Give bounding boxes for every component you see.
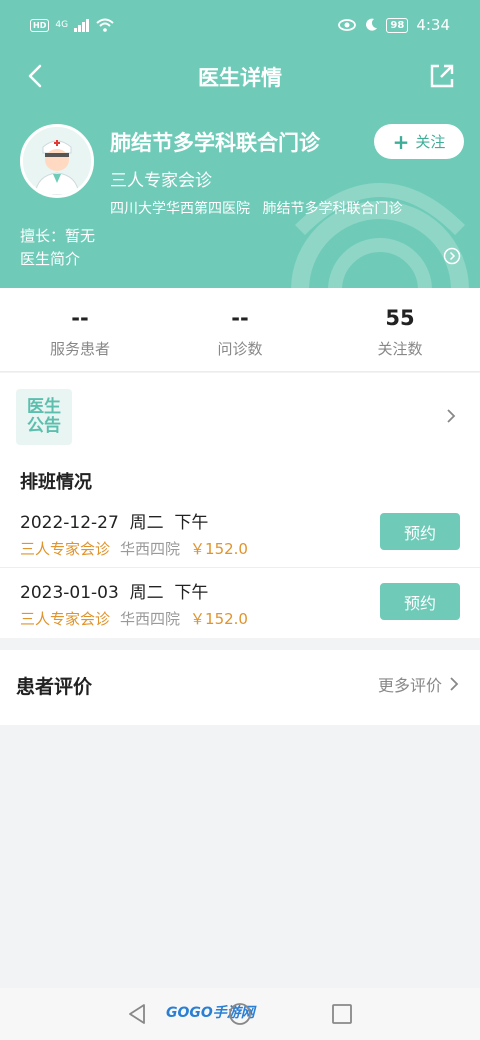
stat-followers: 55 关注数 [320,304,480,359]
schedule-type: 三人专家会诊 [20,540,111,558]
chevron-right-icon[interactable] [444,407,458,425]
nav-home-icon[interactable] [228,1002,252,1026]
schedule-row: 2022-12-27 周二 下午 三人专家会诊 华西四院 ￥152.0 预约 [0,498,480,568]
hd-indicator: HD [30,18,50,32]
notice-badge-icon: 医生 公告 [16,389,72,445]
schedule-date: 2022-12-27 周二 下午 [20,513,209,533]
moon-icon [366,18,378,31]
schedule-price: ￥152.0 [190,540,248,558]
clock: 4:34 [416,16,450,34]
doctor-title: 三人专家会诊 [110,171,212,191]
stat-consultations: -- 问诊数 [160,304,320,359]
stat-value: -- [231,306,249,330]
reviews-title: 患者评价 [16,676,93,698]
schedule-hospital: 华西四院 [120,540,181,558]
hospital-name: 四川大学华西第四医院 [110,201,250,217]
more-reviews-label: 更多评价 [377,676,442,695]
stat-label: 问诊数 [217,340,263,358]
stat-served-patients: -- 服务患者 [0,304,160,359]
chevron-right-icon [450,677,459,691]
schedule-info: 三人专家会诊 华西四院 ￥152.0 [20,538,248,559]
reviews-section: 患者评价 更多评价 [0,650,480,725]
stat-value: 55 [385,306,415,330]
book-button[interactable]: 预约 [380,513,460,550]
notice-badge-line1: 医生 [27,397,61,417]
wifi-icon [96,18,114,32]
follow-button[interactable]: + 关注 [374,124,464,159]
schedule-title: 排班情况 [20,472,92,493]
network-label: 4G [55,20,69,30]
schedule-info: 三人专家会诊 华西四院 ￥152.0 [20,608,248,629]
schedule-hospital: 华西四院 [120,610,181,628]
signal-icon [74,18,90,32]
doctor-hospital: 四川大学华西第四医院 肺结节多学科联合门诊 [110,198,402,218]
notice-badge-line2: 公告 [27,416,61,436]
doctor-notice-row[interactable]: 医生 公告 [0,373,480,458]
stat-label: 关注数 [377,340,423,358]
schedule-type: 三人专家会诊 [20,610,111,628]
schedule-row: 2023-01-03 周二 下午 三人专家会诊 华西四院 ￥152.0 预约 [0,568,480,638]
stat-value: -- [71,306,89,330]
share-icon[interactable] [426,60,458,92]
stats-panel: -- 服务患者 -- 问诊数 55 关注数 [0,288,480,372]
doctor-header: HD 4G 98 4:34 医生详情 肺结节多学科联合门诊 + 关注 三人专家会… [0,0,480,288]
stat-label: 服务患者 [49,340,110,358]
watermark-logo-icon [291,183,469,288]
nav-recent-icon[interactable] [332,1004,352,1024]
nav-back-icon[interactable] [126,1002,148,1026]
doctor-name: 肺结节多学科联合门诊 [110,131,320,155]
eye-icon [338,19,357,31]
follow-label: 关注 [415,133,446,151]
department-name: 肺结节多学科联合门诊 [262,201,403,217]
doctor-intro-link[interactable]: 医生简介 [20,248,80,269]
book-button[interactable]: 预约 [380,583,460,620]
schedule-section: 排班情况 2022-12-27 周二 下午 三人专家会诊 华西四院 ￥152.0… [0,458,480,638]
page-title: 医生详情 [198,66,282,90]
status-bar: HD 4G 98 4:34 [0,0,480,52]
more-reviews-link[interactable]: 更多评价 [378,672,460,696]
plus-icon: + [392,129,410,154]
doctor-avatar [20,124,94,198]
schedule-date: 2023-01-03 周二 下午 [20,583,209,603]
doctor-avatar-icon [23,127,91,195]
battery-indicator: 98 [386,17,409,33]
system-nav-bar: GOGO手游网 [0,988,480,1040]
chevron-right-circle-icon[interactable] [443,247,461,265]
doctor-specialty: 擅长：暂无 [20,227,96,245]
schedule-price: ￥152.0 [190,610,248,628]
nav-bar: 医生详情 [0,52,480,100]
